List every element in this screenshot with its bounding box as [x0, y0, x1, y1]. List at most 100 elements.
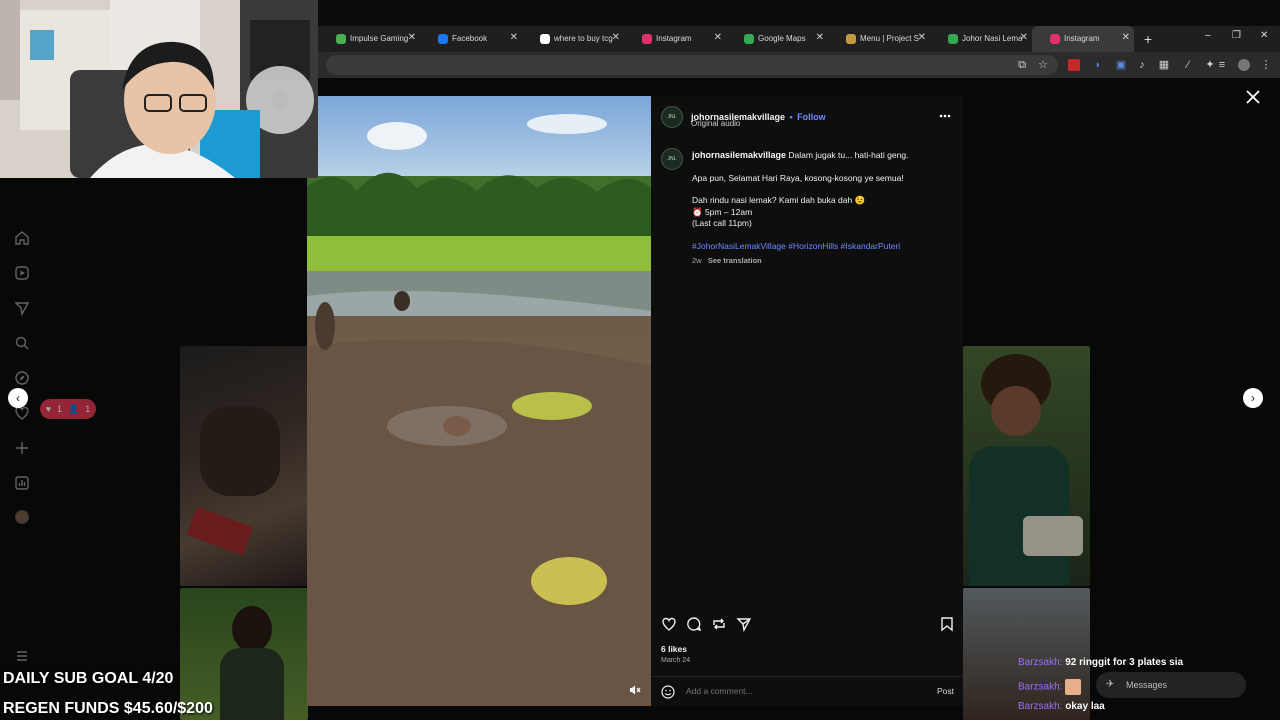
caption-avatar[interactable]: JNL — [661, 148, 683, 170]
chat-message: Barzsakh: 92 ringgit for 3 plates sia — [1018, 657, 1183, 668]
bookmark-star-icon[interactable]: ☆ — [1037, 59, 1049, 71]
post-comment-button[interactable]: Post — [937, 686, 954, 696]
mute-icon[interactable] — [629, 684, 641, 696]
like-count-label[interactable]: 6 likes — [661, 644, 687, 654]
new-tab-button[interactable]: + — [1138, 31, 1158, 47]
tab-favicon — [948, 34, 958, 44]
tab-favicon — [540, 34, 550, 44]
tab-favicon — [438, 34, 448, 44]
messages-button[interactable]: ✈ Messages — [1096, 672, 1246, 698]
tab-title: Google Maps — [758, 34, 806, 43]
tab-title: where to buy tcg — [554, 34, 613, 43]
tab-title: Instagram — [656, 34, 692, 43]
tab-1[interactable]: Facebook ✕ — [420, 26, 522, 52]
see-translation-link[interactable]: See translation — [708, 256, 762, 265]
caption-meta: 2w See translation — [692, 255, 952, 267]
extension-icon[interactable]: ▦ — [1158, 59, 1170, 71]
comment-bar: Post — [651, 676, 963, 706]
tab-favicon — [744, 34, 754, 44]
extension-icon[interactable] — [1068, 59, 1080, 71]
close-icon[interactable] — [1244, 88, 1262, 106]
messages-label: Messages — [1126, 680, 1168, 690]
tab-0[interactable]: Impulse Gaming ✕ — [318, 26, 420, 52]
like-icon[interactable] — [661, 616, 677, 632]
tab-favicon — [642, 34, 652, 44]
save-icon[interactable] — [939, 616, 955, 632]
tab-5[interactable]: Menu | Project S ✕ — [828, 26, 930, 52]
more-options-icon[interactable] — [939, 114, 951, 118]
chat-message: Barzsakh: — [1018, 679, 1082, 695]
post-video[interactable] — [307, 96, 651, 706]
address-bar[interactable] — [326, 55, 1058, 75]
tab-close-icon[interactable]: ✕ — [816, 32, 824, 43]
maximize-button[interactable]: ❐ — [1232, 30, 1241, 41]
chat-username: Barzsakh: — [1018, 701, 1063, 712]
streamer-webcam — [0, 0, 318, 178]
extension-icon[interactable]: ▣ — [1115, 59, 1127, 71]
comment-icon[interactable] — [686, 616, 702, 632]
extension-icon[interactable]: ◗ — [1092, 59, 1104, 71]
post-details-panel: JNL johornasilemakvillage • Follow Origi… — [651, 96, 963, 706]
tab-strip: Impulse Gaming ✕ Facebook ✕ where to buy t… — [318, 26, 1280, 52]
caption-line-3: Dah rindu nasi lemak? Kami dah buka dah … — [692, 195, 866, 205]
repost-icon[interactable] — [711, 616, 727, 632]
post-age[interactable]: 2w — [692, 256, 702, 265]
caption-hashtags[interactable]: #JohorNasiLemakVillage #HorizonHills #Is… — [692, 241, 952, 253]
profile-avatar-icon[interactable] — [1238, 59, 1250, 71]
caption-line-4: ⏰ 5pm – 12am — [692, 206, 753, 217]
funds-goal-text: REGEN FUNDS $45.60/$200 — [3, 700, 213, 717]
tab-close-icon[interactable]: ✕ — [510, 32, 518, 43]
post-actions — [661, 616, 953, 634]
install-app-icon[interactable]: ⧉ — [1016, 59, 1028, 71]
extensions-puzzle-icon[interactable]: ✦ — [1204, 59, 1216, 71]
tab-close-icon[interactable]: ✕ — [408, 32, 416, 43]
sub-goal-text: DAILY SUB GOAL 4/20 — [3, 670, 174, 687]
tab-7[interactable]: Instagram ✕ — [1032, 26, 1134, 52]
tab-title: Johor Nasi Lemak — [962, 34, 1022, 43]
media-control-icon[interactable]: ≡ — [1216, 59, 1228, 71]
tab-close-icon[interactable]: ✕ — [612, 32, 620, 43]
tab-title: Facebook — [452, 34, 488, 43]
comment-input[interactable] — [686, 686, 906, 696]
chat-username: Barzsakh: — [1018, 657, 1063, 668]
chat-text: 92 ringgit for 3 plates sia — [1065, 657, 1184, 668]
account-avatar[interactable]: JNL — [661, 106, 683, 128]
next-post-button[interactable]: › — [1243, 388, 1263, 408]
tab-title: Impulse Gaming — [350, 34, 409, 43]
tab-close-icon[interactable]: ✕ — [1020, 32, 1028, 43]
media-volume-icon[interactable]: ♪ — [1136, 59, 1148, 71]
chat-emote-icon — [1065, 679, 1082, 695]
messages-icon: ✈ — [1106, 679, 1115, 690]
video-frame — [307, 96, 651, 706]
tab-2[interactable]: where to buy tcg ✕ — [522, 26, 624, 52]
chat-text: okay laa — [1065, 701, 1105, 712]
caption-line-5: (Last call 11pm) — [692, 218, 752, 228]
post-date: March 24 — [661, 657, 691, 664]
chat-message: Barzsakh: okay laa — [1018, 701, 1105, 712]
tab-favicon — [336, 34, 346, 44]
tab-3[interactable]: Instagram ✕ — [624, 26, 726, 52]
caption-line-2: Apa pun, Selamat Hari Raya, kosong-koson… — [692, 172, 904, 183]
close-window-button[interactable]: ✕ — [1260, 30, 1268, 41]
caption-line-1: Dalam jugak tu... hati-hati geng. — [788, 150, 909, 160]
screen: ♥ 1 👤 1 JNL johornasilemakvillage • Foll… — [0, 0, 1280, 720]
emoji-icon[interactable] — [661, 685, 675, 699]
extension-icon[interactable]: ⁄ — [1182, 59, 1194, 71]
audio-label[interactable]: Original audio — [691, 119, 740, 128]
tab-close-icon[interactable]: ✕ — [1122, 32, 1130, 43]
share-icon[interactable] — [736, 616, 752, 632]
follow-button[interactable]: Follow — [797, 112, 826, 122]
browser-toolbar: ⧉ ☆ ◗ ▣ ♪ ▦ ⁄ ✦ ≡ ⋮ — [318, 52, 1280, 78]
tab-4[interactable]: Google Maps ✕ — [726, 26, 828, 52]
minimize-button[interactable]: – — [1205, 30, 1211, 41]
tab-close-icon[interactable]: ✕ — [918, 32, 926, 43]
webcam-image — [0, 0, 318, 178]
separator-dot: • — [789, 112, 793, 122]
tab-6[interactable]: Johor Nasi Lemak ✕ — [930, 26, 1032, 52]
previous-post-button[interactable]: ‹ — [8, 388, 28, 408]
browser-menu-icon[interactable]: ⋮ — [1260, 59, 1272, 71]
tab-title: Instagram — [1064, 34, 1100, 43]
chat-username: Barzsakh: — [1018, 681, 1063, 693]
tab-close-icon[interactable]: ✕ — [714, 32, 722, 43]
caption-username[interactable]: johornasilemakvillage — [692, 150, 786, 160]
